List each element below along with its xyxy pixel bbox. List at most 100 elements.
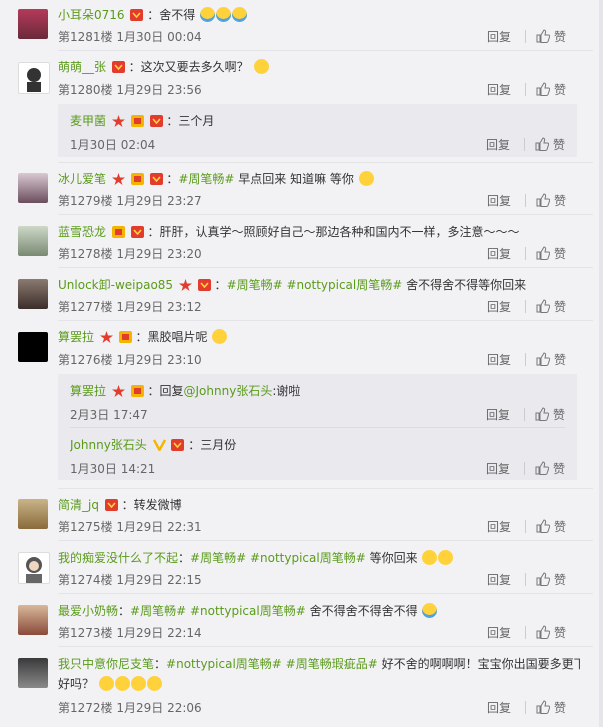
like-button[interactable]: 赞 — [536, 699, 566, 716]
reply-button[interactable]: 回复 — [487, 245, 511, 262]
avatar[interactable] — [18, 605, 48, 635]
avatar[interactable] — [18, 658, 48, 688]
comment-body: ：转发微博 — [121, 498, 182, 512]
like-button[interactable]: 赞 — [535, 406, 565, 423]
smile-emoji-icon — [114, 676, 130, 691]
timestamp: 1月29日 22:31 — [116, 520, 202, 534]
hashtag-link[interactable]: #nottypical周笔畅# #周笔畅瑕疵品# — [166, 657, 378, 671]
smile-emoji-icon — [438, 550, 454, 565]
username[interactable]: 小耳朵0716 — [58, 8, 125, 22]
divider — [524, 626, 526, 639]
reply-meta: 1月30日 14:21 — [70, 460, 155, 477]
divider — [524, 520, 526, 533]
mention-link[interactable]: @Johnny张石头 — [184, 384, 273, 398]
smile-emoji-icon — [146, 676, 162, 691]
like-button[interactable]: 赞 — [536, 245, 566, 262]
like-button[interactable]: 赞 — [535, 136, 565, 153]
like-button[interactable]: 赞 — [536, 518, 566, 535]
like-label: 赞 — [553, 573, 566, 587]
floor-number: 第1276楼 — [58, 353, 113, 367]
divider — [524, 573, 526, 586]
reply-button[interactable]: 回复 — [486, 136, 510, 153]
reply-body: ：三月份 — [188, 438, 237, 452]
timestamp: 2月3日 17:47 — [70, 408, 148, 422]
thumb-up-icon — [536, 352, 550, 366]
avatar[interactable] — [18, 9, 48, 39]
comment-list: 小耳朵0716 ：舍不得 第1281楼 1月30日 00:04 回复 赞 萌萌_… — [0, 0, 603, 727]
divider — [58, 162, 593, 163]
floor-number: 第1280楼 — [58, 83, 113, 97]
username[interactable]: Johnny张石头 — [70, 438, 147, 452]
username[interactable]: 算罢拉 — [70, 384, 106, 398]
username[interactable]: 我的痴爱没什么了不起 — [58, 551, 178, 565]
comment-meta: 第1277楼 1月29日 23:12 — [58, 298, 202, 315]
reply-button[interactable]: 回复 — [487, 192, 511, 209]
scrollbar[interactable] — [599, 0, 603, 727]
reply-meta: 1月30日 02:04 — [70, 136, 155, 153]
divider — [58, 214, 593, 215]
avatar[interactable] — [18, 62, 50, 94]
like-label: 赞 — [552, 138, 565, 152]
gold-v-icon — [152, 438, 166, 453]
reply-button[interactable]: 回复 — [487, 298, 511, 315]
reply-button[interactable]: 回复 — [486, 406, 510, 423]
username[interactable]: 我只中意你尼支笔 — [58, 657, 154, 671]
username[interactable]: 冰儿爱笔 — [58, 172, 106, 186]
username[interactable]: 算罢拉 — [58, 330, 94, 344]
divider — [58, 540, 593, 541]
comment-text: 简清_jq ：转发微博 — [58, 496, 580, 514]
reply-button[interactable]: 回复 — [486, 460, 510, 477]
like-button[interactable]: 赞 — [536, 624, 566, 641]
like-button[interactable]: 赞 — [536, 28, 566, 45]
like-button[interactable]: 赞 — [536, 351, 566, 368]
avatar[interactable] — [18, 173, 48, 203]
thumb-up-icon — [536, 29, 550, 43]
vip-badge-icon — [104, 498, 118, 511]
reply-button[interactable]: 回复 — [487, 518, 511, 535]
comment-body: ：肝肝，认真学～照顾好自己～那边各种和国内不一样，多注意～～～ — [147, 225, 520, 239]
hashtag-link[interactable]: #周笔畅# #nottypical周笔畅# — [130, 604, 306, 618]
comment-actions: 回复 赞 — [487, 351, 566, 368]
hashtag-link[interactable]: #周笔畅# #nottypical周笔畅# — [190, 551, 366, 565]
reply-meta: 2月3日 17:47 — [70, 406, 148, 423]
red-star-icon — [111, 172, 125, 185]
comment-body: 等你回来 — [365, 551, 418, 565]
like-button[interactable]: 赞 — [535, 460, 565, 477]
colon-text: ： — [214, 278, 227, 292]
like-button[interactable]: 赞 — [536, 192, 566, 209]
avatar[interactable] — [18, 332, 48, 362]
comment-actions: 回复 赞 — [487, 245, 566, 262]
username[interactable]: 麦甲菌 — [70, 114, 106, 128]
hashtag-link[interactable]: #周笔畅# #nottypical周笔畅# — [227, 278, 403, 292]
username[interactable]: 最爱小奶畅 — [58, 604, 118, 618]
reply-button[interactable]: 回复 — [487, 699, 511, 716]
colon-text: ： — [118, 604, 131, 618]
username[interactable]: Unlock卸-weipao85 — [58, 278, 173, 292]
username[interactable]: 蓝雪恐龙 — [58, 225, 106, 239]
reply-button[interactable]: 回复 — [487, 28, 511, 45]
reply-button[interactable]: 回复 — [487, 571, 511, 588]
reply-button[interactable]: 回复 — [487, 351, 511, 368]
comment-body: 早点回来 知道嘛 等你 — [234, 172, 354, 186]
avatar[interactable] — [18, 499, 48, 529]
avatar[interactable] — [18, 279, 48, 309]
comment-item: Unlock卸-weipao85 ：#周笔畅# #nottypical周笔畅# … — [0, 270, 590, 320]
like-button[interactable]: 赞 — [536, 571, 566, 588]
like-button[interactable]: 赞 — [536, 298, 566, 315]
hashtag-link[interactable]: #周笔畅# — [178, 172, 234, 186]
avatar[interactable] — [18, 226, 48, 256]
username[interactable]: 萌萌__张 — [58, 60, 106, 74]
reply-button[interactable]: 回复 — [487, 624, 511, 641]
reply-button[interactable]: 回复 — [487, 81, 511, 98]
comment-item: 算罢拉 ：黑胶唱片呢 第1276楼 1月29日 23:10 回复 赞 算罢拉 ：… — [0, 322, 590, 490]
avatar[interactable] — [18, 552, 50, 584]
crying-emoji-icon — [200, 7, 216, 22]
thumb-up-icon — [536, 700, 550, 714]
like-label: 赞 — [553, 30, 566, 44]
comment-meta: 第1275楼 1月29日 22:31 — [58, 518, 202, 535]
crown-badge-icon — [130, 114, 144, 127]
username[interactable]: 简清_jq — [58, 498, 99, 512]
crying-emoji-icon — [422, 603, 438, 618]
like-button[interactable]: 赞 — [536, 81, 566, 98]
divider — [58, 50, 593, 51]
